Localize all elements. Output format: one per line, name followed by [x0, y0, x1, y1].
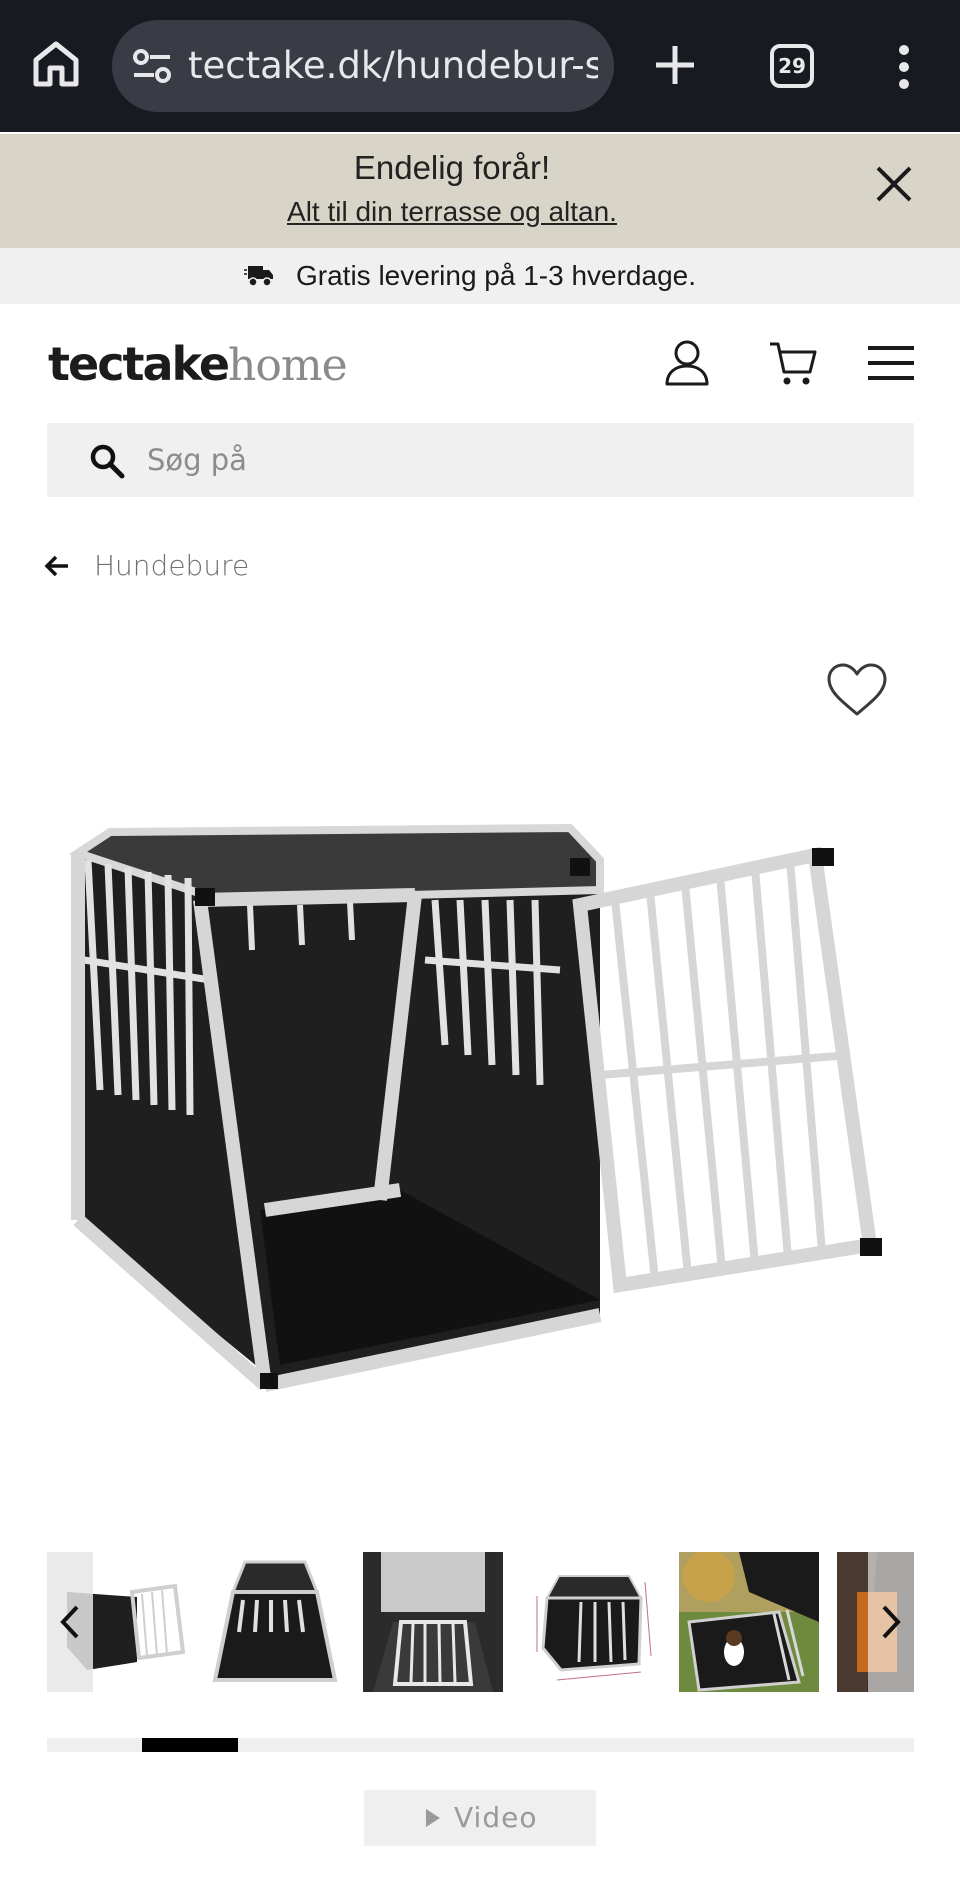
- close-icon[interactable]: [872, 162, 916, 206]
- browser-toolbar: tectake.dk/hundebur-single 29: [0, 0, 960, 132]
- new-tab-icon[interactable]: [652, 42, 698, 88]
- search-bar: [47, 423, 914, 497]
- search-input[interactable]: [147, 433, 847, 487]
- site-settings-icon[interactable]: [132, 48, 172, 84]
- logo-bold: tectake: [48, 337, 230, 391]
- thumbnail-next-button[interactable]: [868, 1552, 914, 1692]
- video-button[interactable]: Video: [364, 1790, 596, 1846]
- delivery-bar: Gratis levering på 1-3 hverdage.: [0, 248, 960, 304]
- product-image[interactable]: [60, 820, 900, 1410]
- search-icon[interactable]: [89, 443, 125, 479]
- back-arrow-icon[interactable]: [44, 554, 70, 578]
- more-menu-icon[interactable]: [890, 44, 918, 90]
- logo-light: home: [228, 340, 348, 391]
- tabs-icon[interactable]: 29: [770, 44, 814, 88]
- url-text[interactable]: tectake.dk/hundebur-single: [188, 44, 598, 88]
- cart-icon[interactable]: [768, 338, 818, 388]
- site-logo[interactable]: tectakehome: [48, 334, 348, 394]
- account-icon[interactable]: [662, 338, 712, 388]
- wishlist-heart-icon[interactable]: [826, 662, 888, 718]
- address-bar[interactable]: tectake.dk/hundebur-single: [112, 20, 614, 112]
- play-icon: [426, 1809, 440, 1827]
- thumbnail[interactable]: [521, 1552, 661, 1692]
- promo-banner: Endelig forår! Alt til din terrasse og a…: [0, 134, 960, 248]
- thumbnail-prev-button[interactable]: [47, 1552, 93, 1692]
- promo-link[interactable]: Alt til din terrasse og altan.: [0, 194, 904, 230]
- truck-icon: [244, 266, 273, 287]
- thumbnail[interactable]: [363, 1552, 503, 1692]
- promo-title: Endelig forår!: [353, 149, 551, 186]
- thumbnail-strip: [47, 1552, 914, 1692]
- thumbnail[interactable]: [205, 1552, 345, 1692]
- home-icon[interactable]: [30, 38, 82, 90]
- video-label: Video: [454, 1801, 538, 1834]
- chevron-left-icon: [60, 1605, 79, 1639]
- breadcrumb-label[interactable]: Hundebure: [94, 546, 249, 586]
- gallery-scroll-thumb: [142, 1738, 238, 1752]
- gallery-scroll-indicator: [47, 1738, 914, 1752]
- thumbnail[interactable]: [679, 1552, 819, 1692]
- chevron-right-icon: [882, 1605, 901, 1639]
- menu-icon[interactable]: [866, 338, 916, 388]
- delivery-text: Gratis levering på 1-3 hverdage.: [296, 260, 696, 291]
